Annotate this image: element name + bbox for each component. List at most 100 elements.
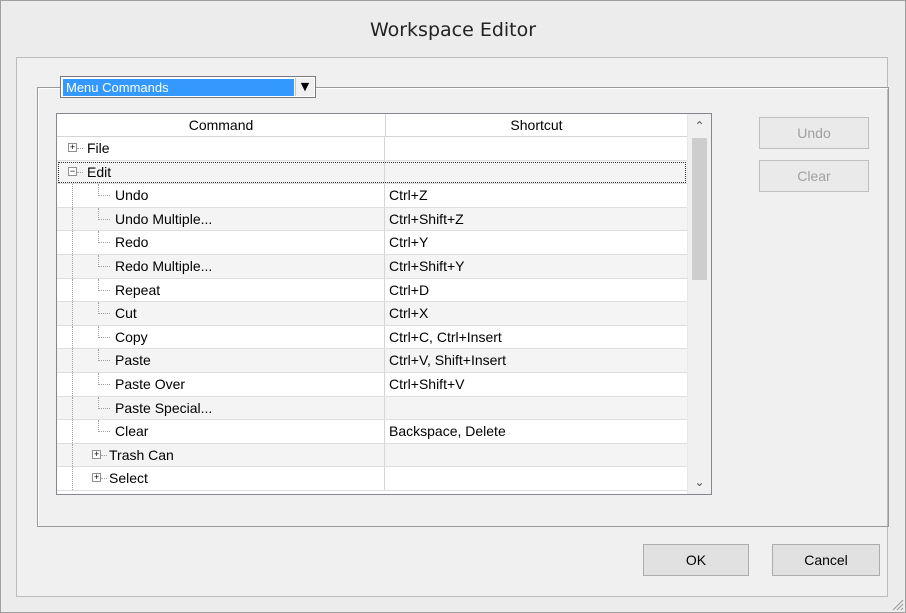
shortcut-cell: Backspace, Delete	[389, 423, 506, 440]
tree-guide-line	[72, 278, 73, 302]
tree-guide-line	[72, 443, 73, 467]
table-row[interactable]: Paste Over Ctrl+Shift+V	[57, 372, 687, 397]
command-label: File	[87, 140, 110, 156]
command-cell: + Trash Can	[57, 443, 385, 467]
tree-guide-line	[72, 184, 73, 207]
table-row[interactable]: Copy Ctrl+C, Ctrl+Insert	[57, 325, 687, 350]
tree-guide-line	[72, 302, 73, 325]
tree-connector	[98, 407, 110, 409]
tree-connector	[98, 431, 110, 433]
shortcut-cell	[389, 161, 685, 184]
tree-connector	[98, 218, 110, 220]
expand-icon[interactable]: +	[92, 473, 101, 483]
tree-guide-line	[72, 372, 73, 396]
expand-icon[interactable]: +	[92, 449, 101, 459]
command-label: Redo Multiple...	[115, 257, 213, 274]
table-row[interactable]: Paste Ctrl+V, Shift+Insert	[57, 349, 687, 373]
table-row[interactable]: Redo Multiple... Ctrl+Shift+Y	[57, 254, 687, 279]
title-bar: Workspace Editor	[2, 2, 904, 58]
command-tree-list[interactable]: Command Shortcut + File − Edit Undo Ctrl+Z Und…	[56, 113, 712, 495]
shortcut-cell: Ctrl+Shift+Y	[389, 257, 465, 274]
tree-connector	[98, 242, 110, 244]
table-row[interactable]: + File	[57, 137, 687, 161]
tree-guide-line	[72, 325, 73, 349]
tree-connector	[98, 265, 110, 267]
vertical-scrollbar[interactable]: ⌃ ⌄	[687, 114, 711, 494]
table-row[interactable]: Repeat Ctrl+D	[57, 278, 687, 303]
shortcut-cell: Ctrl+V, Shift+Insert	[389, 352, 506, 369]
category-dropdown[interactable]: Menu Commands ▼	[60, 76, 316, 98]
tree-guide-line	[72, 467, 73, 490]
command-cell: Repeat	[57, 278, 385, 302]
command-label: Edit	[87, 163, 112, 180]
command-label: Undo Multiple...	[115, 210, 213, 227]
shortcut-cell: Ctrl+Shift+V	[389, 375, 465, 392]
undo-button[interactable]: Undo	[759, 117, 869, 149]
tree-connector	[77, 171, 83, 173]
scrollbar-thumb[interactable]	[692, 138, 707, 280]
command-cell: Clear	[57, 420, 385, 443]
command-cell: Redo	[57, 231, 385, 254]
cancel-button[interactable]: Cancel	[772, 544, 880, 576]
command-cell: + File	[57, 137, 385, 160]
shortcut-cell	[389, 137, 685, 160]
table-row[interactable]: + Trash Can	[57, 443, 687, 468]
table-row[interactable]: Cut Ctrl+X	[57, 302, 687, 326]
shortcut-cell	[389, 444, 685, 467]
command-label: Paste Special...	[115, 399, 213, 416]
tree-connector	[98, 383, 110, 385]
table-row[interactable]: Undo Multiple... Ctrl+Shift+Z	[57, 207, 687, 232]
table-row[interactable]: Undo Ctrl+Z	[57, 184, 687, 208]
table-row[interactable]: Clear Backspace, Delete	[57, 420, 687, 444]
tree-connector	[98, 313, 110, 315]
chevron-down-icon[interactable]: ▼	[295, 78, 314, 96]
tree-guide-line	[72, 231, 73, 254]
command-cell: + Select	[57, 467, 385, 490]
expand-icon[interactable]: +	[68, 143, 77, 152]
tree-connector	[101, 478, 107, 480]
command-cell: Copy	[57, 325, 385, 349]
column-header-command[interactable]: Command	[57, 114, 386, 136]
table-row[interactable]: + Select	[57, 467, 687, 491]
scroll-up-icon[interactable]: ⌃	[688, 116, 711, 136]
command-cell: Paste	[57, 349, 385, 372]
tree-connector	[98, 360, 110, 362]
command-cell: Paste Over	[57, 372, 385, 396]
column-header-shortcut[interactable]: Shortcut	[386, 114, 687, 136]
table-row[interactable]: Redo Ctrl+Y	[57, 231, 687, 255]
tree-connector	[98, 195, 110, 197]
table-row[interactable]: Paste Special...	[57, 396, 687, 421]
resize-grip-icon[interactable]	[890, 597, 904, 611]
collapse-icon[interactable]: −	[68, 166, 77, 176]
scroll-down-icon[interactable]: ⌄	[688, 472, 711, 492]
shortcut-cell	[389, 467, 685, 490]
window-title: Workspace Editor	[369, 19, 537, 41]
tree-guide-line	[72, 420, 73, 443]
tree-connector	[98, 289, 110, 291]
command-cell: Cut	[57, 302, 385, 325]
ok-button[interactable]: OK	[643, 544, 749, 576]
command-label: Copy	[115, 328, 148, 345]
list-header: Command Shortcut	[57, 114, 687, 137]
command-cell: Paste Special...	[57, 396, 385, 420]
shortcut-cell: Ctrl+Shift+Z	[389, 210, 464, 227]
command-label: Paste Over	[115, 375, 186, 392]
shortcut-cell: Ctrl+Z	[389, 187, 428, 204]
tree-connector	[77, 148, 83, 149]
tree-guide-line	[72, 396, 73, 420]
command-label: Select	[109, 470, 148, 487]
shortcut-cell: Ctrl+Y	[389, 234, 429, 251]
table-row[interactable]: − Edit	[57, 160, 687, 185]
tree-connector	[98, 336, 110, 338]
tree-guide-line	[72, 207, 73, 231]
shortcut-cell: Ctrl+C, Ctrl+Insert	[389, 328, 502, 345]
tree-connector	[101, 454, 107, 456]
command-label: Trash Can	[109, 446, 174, 463]
shortcut-cell: Ctrl+X	[389, 305, 429, 322]
category-dropdown-value: Menu Commands	[63, 79, 294, 96]
command-label: Repeat	[115, 281, 161, 298]
clear-button[interactable]: Clear	[759, 160, 869, 192]
command-label: Redo	[115, 234, 149, 251]
command-cell: − Edit	[57, 160, 385, 184]
list-rows: + File − Edit Undo Ctrl+Z Undo Multiple... Ctrl…	[57, 137, 687, 494]
